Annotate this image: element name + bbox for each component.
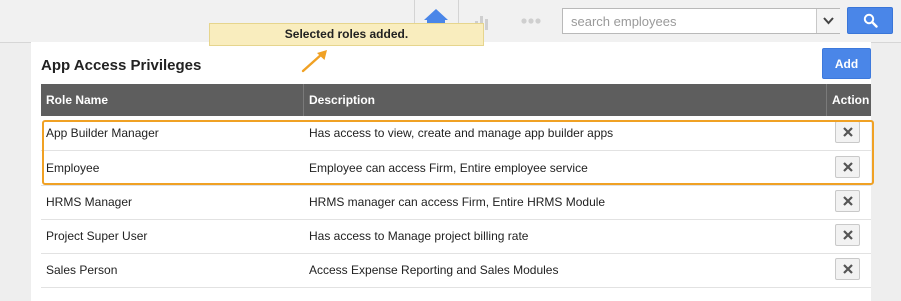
remove-role-button[interactable] xyxy=(835,121,860,143)
description-cell: Employee can access Firm, Entire employe… xyxy=(309,161,588,175)
description-cell: Has access to Manage project billing rat… xyxy=(309,229,529,243)
role-name-cell: Sales Person xyxy=(46,263,118,277)
remove-role-button[interactable] xyxy=(835,258,860,280)
search-dropdown-toggle[interactable] xyxy=(816,9,840,33)
pointer-arrow-icon xyxy=(301,50,327,73)
close-icon xyxy=(843,196,853,206)
table-header: Role Name Description Action xyxy=(41,84,871,116)
table-row: HRMS Manager HRMS manager can access Fir… xyxy=(41,185,871,220)
remove-role-button[interactable] xyxy=(835,190,860,212)
table-row: Employee Employee can access Firm, Entir… xyxy=(41,151,871,186)
more-dots-icon[interactable] xyxy=(520,13,542,29)
table-row: Project Super User Has access to Manage … xyxy=(41,219,871,254)
table-row: App Builder Manager Has access to view, … xyxy=(41,116,871,151)
close-icon xyxy=(843,230,853,240)
column-header-action: Action xyxy=(832,93,870,107)
role-name-cell: Employee xyxy=(46,161,100,175)
role-name-cell: HRMS Manager xyxy=(46,195,133,209)
role-name-cell: Project Super User xyxy=(46,229,148,243)
chevron-down-icon xyxy=(823,17,834,25)
role-name-cell: App Builder Manager xyxy=(46,126,159,140)
close-icon xyxy=(843,127,853,137)
remove-role-button[interactable] xyxy=(835,156,860,178)
table-row: Sales Person Access Expense Reporting an… xyxy=(41,253,871,288)
close-icon xyxy=(843,162,853,172)
search-box xyxy=(562,8,840,34)
remove-role-button[interactable] xyxy=(835,224,860,246)
column-header-description: Description xyxy=(309,93,376,107)
app-access-panel: App Access Privileges Add Role Name Desc… xyxy=(31,42,871,301)
description-cell: HRMS manager can access Firm, Entire HRM… xyxy=(309,195,606,209)
column-divider xyxy=(303,84,304,116)
toast-notification: Selected roles added. xyxy=(209,23,484,46)
search-button[interactable] xyxy=(847,7,893,34)
description-cell: Has access to view, create and manage ap… xyxy=(309,126,614,140)
description-cell: Access Expense Reporting and Sales Modul… xyxy=(309,263,559,277)
search-icon xyxy=(863,13,878,28)
close-icon xyxy=(843,264,853,274)
column-divider xyxy=(826,84,827,116)
add-button[interactable]: Add xyxy=(822,48,871,79)
search-input[interactable] xyxy=(563,9,813,33)
column-header-role-name: Role Name xyxy=(46,93,109,107)
section-title: App Access Privileges xyxy=(41,57,202,74)
